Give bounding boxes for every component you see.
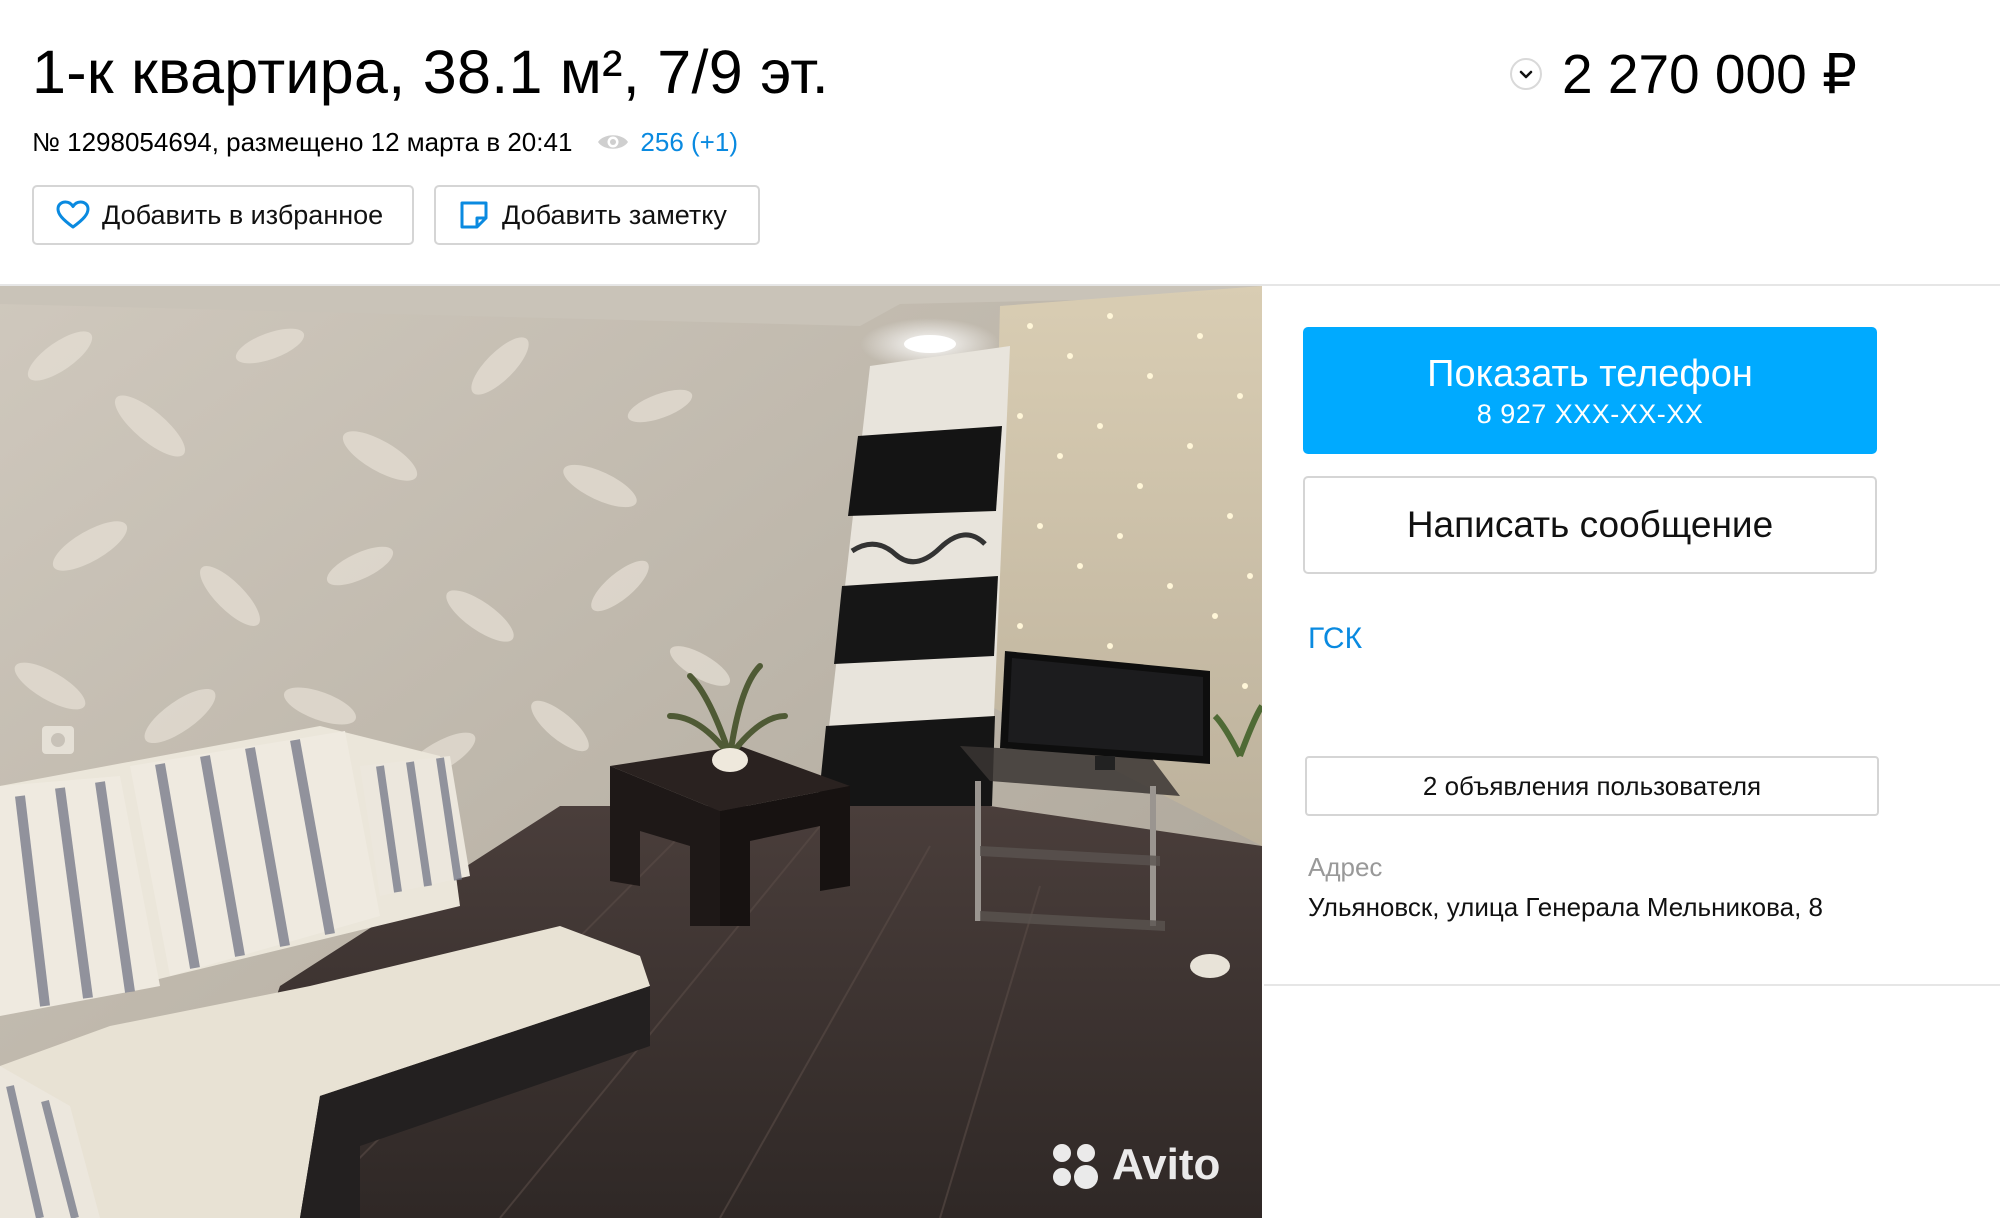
sidebar-divider — [1264, 984, 2000, 986]
show-phone-button[interactable]: Показать телефон 8 927 XXX-XX-XX — [1303, 327, 1877, 454]
write-message-button[interactable]: Написать сообщение — [1303, 476, 1877, 574]
contact-sidebar: Показать телефон 8 927 XXX-XX-XX Написат… — [1264, 286, 2000, 986]
seller-ads-button[interactable]: 2 объявления пользователя — [1305, 756, 1879, 816]
add-note-label: Добавить заметку — [502, 199, 727, 230]
watermark-text: Avito — [1112, 1140, 1220, 1189]
views-count: 256 (+1) — [640, 126, 738, 157]
chevron-down-icon — [1519, 70, 1533, 79]
phone-masked: 8 927 XXX-XX-XX — [1476, 398, 1704, 429]
listing-actions: Добавить в избранное Добавить заметку — [32, 185, 760, 245]
add-favorite-button[interactable]: Добавить в избранное — [32, 185, 414, 245]
note-icon — [460, 201, 488, 229]
add-favorite-label: Добавить в избранное — [102, 199, 384, 230]
eye-icon — [598, 135, 629, 149]
price-block: 2 270 000 ₽ — [1510, 36, 1857, 112]
show-phone-label: Показать телефон — [1427, 352, 1753, 395]
seller-name-link[interactable]: ГСК — [1308, 622, 1362, 656]
views-counter[interactable]: 256 (+1) — [596, 127, 738, 158]
address-label: Адрес — [1308, 852, 1383, 882]
price-toggle-button[interactable] — [1510, 58, 1542, 90]
listing-id-date: № 1298054694, размещено 12 марта в 20:41 — [32, 126, 573, 157]
add-note-button[interactable]: Добавить заметку — [434, 185, 760, 245]
listing-header: 1-к квартира, 38.1 м², 7/9 эт. 2 270 000… — [0, 0, 2000, 285]
heart-icon — [56, 200, 90, 229]
listing-price: 2 270 000 ₽ — [1562, 43, 1857, 105]
listing-meta: № 1298054694, размещено 12 марта в 20:41… — [32, 124, 738, 160]
listing-title: 1-к квартира, 38.1 м², 7/9 эт. — [32, 38, 830, 106]
listing-photo[interactable]: Avito — [0, 286, 1262, 1218]
address-value: Ульяновск, улица Генерала Мельникова, 8 — [1308, 892, 1823, 922]
